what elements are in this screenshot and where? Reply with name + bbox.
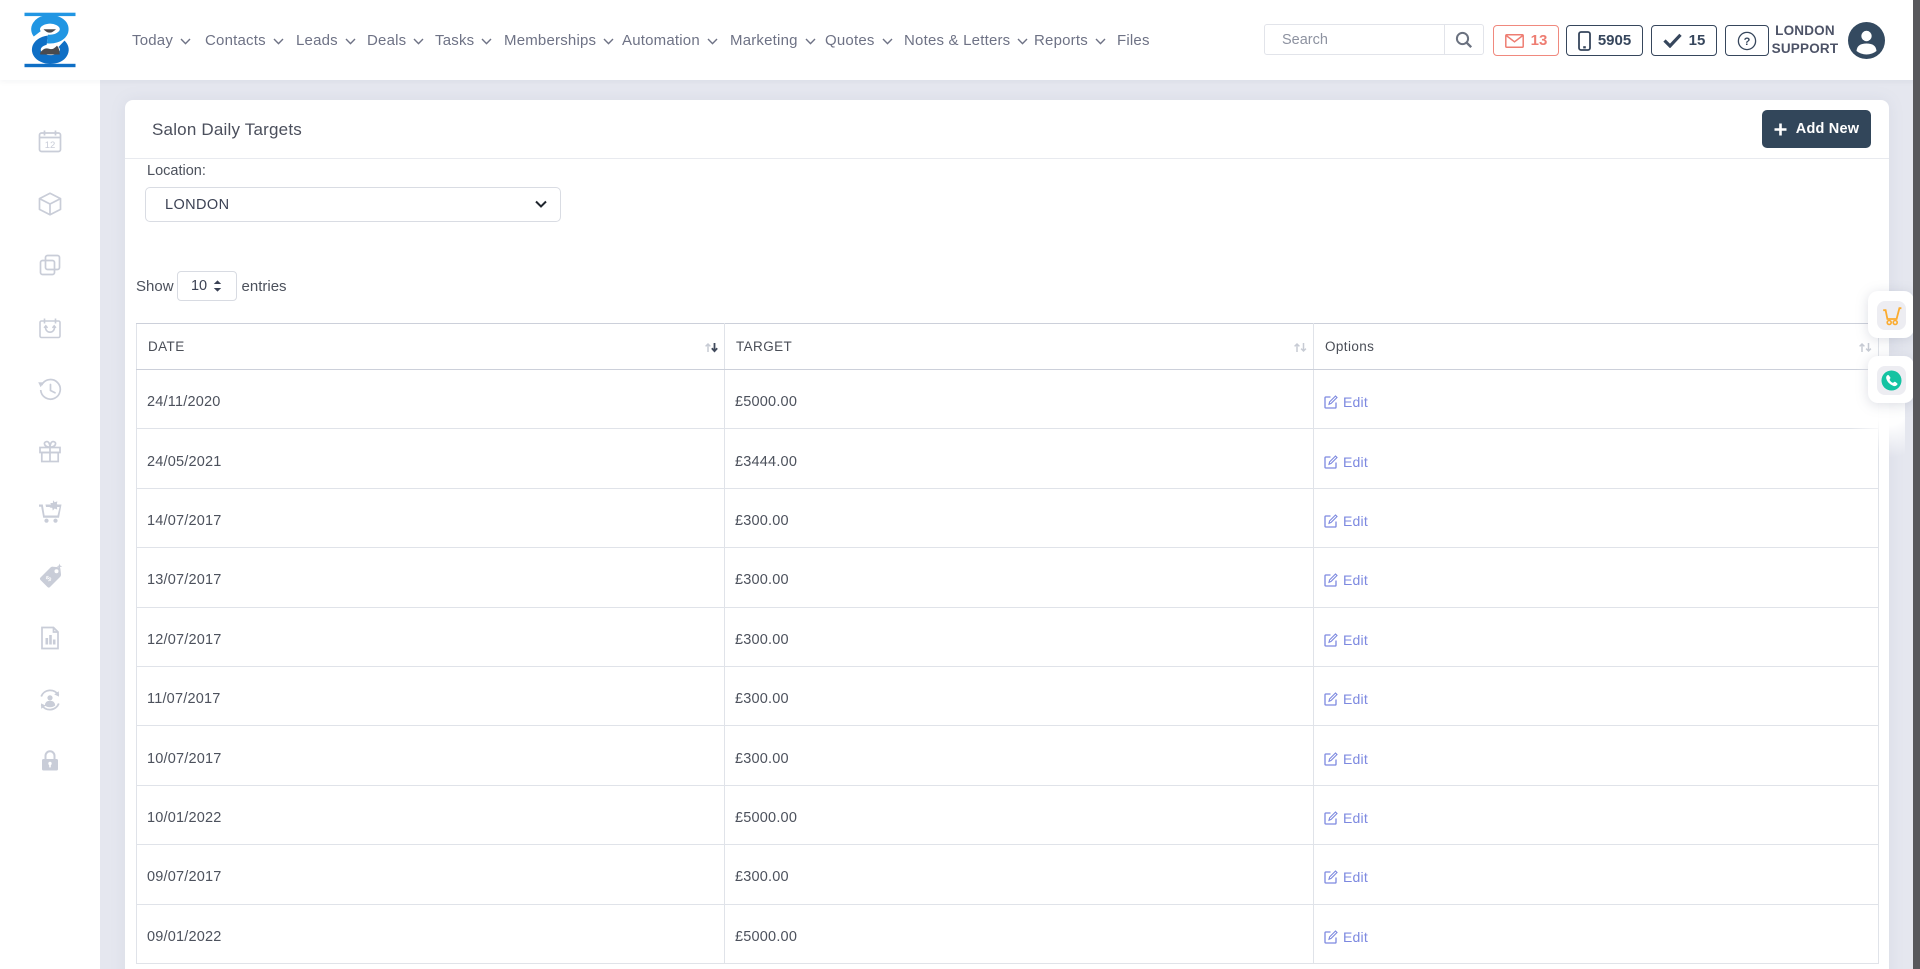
svg-text:?: ?	[1744, 36, 1751, 48]
svg-text:12: 12	[45, 140, 56, 151]
